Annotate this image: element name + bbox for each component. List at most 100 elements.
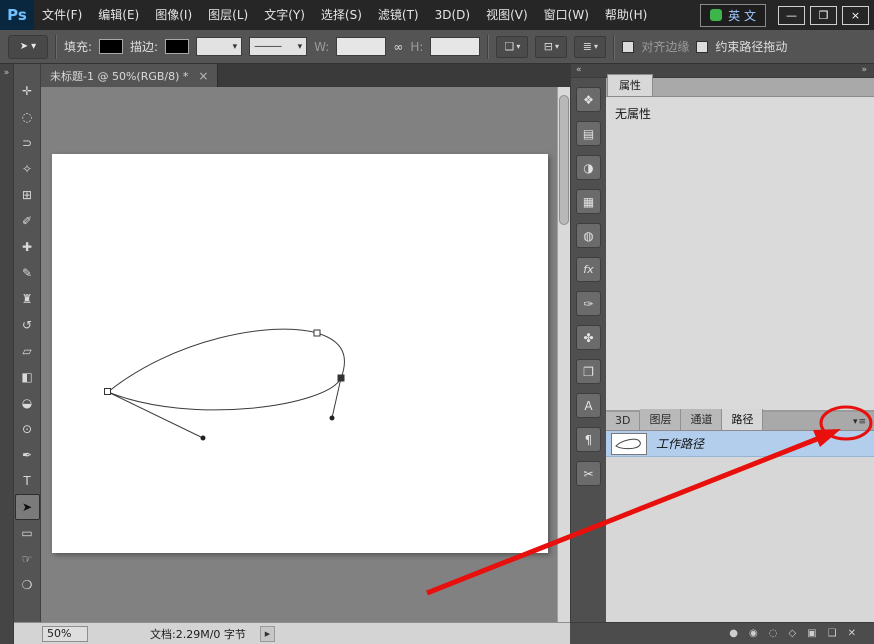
eraser-tool[interactable]: ▱ bbox=[15, 338, 40, 364]
photoshop-logo[interactable]: Ps bbox=[0, 0, 34, 30]
menu-image[interactable]: 图像(I) bbox=[147, 0, 200, 30]
fill-path-button[interactable]: ● bbox=[729, 629, 738, 639]
stroke-type-preview: ——— bbox=[254, 41, 281, 52]
work-path-label: 工作路径 bbox=[656, 435, 704, 452]
canvas[interactable] bbox=[52, 154, 548, 553]
anchor-point bbox=[314, 330, 320, 336]
marquee-tool[interactable]: ◌ bbox=[15, 104, 40, 130]
hand-tool[interactable]: ☞ bbox=[15, 546, 40, 572]
vertical-scrollbar[interactable] bbox=[557, 87, 570, 622]
expand-panels-button[interactable]: « bbox=[571, 64, 606, 78]
status-options-button[interactable]: ▶ bbox=[260, 626, 275, 642]
tab-properties[interactable]: 属性 bbox=[607, 74, 653, 96]
document-area: 未标题-1 @ 50%(RGB/8) * × bbox=[41, 64, 570, 622]
character-panel-icon[interactable]: A bbox=[576, 393, 601, 418]
separator bbox=[613, 35, 615, 59]
canvas-zone[interactable] bbox=[41, 87, 557, 622]
brush-tool[interactable]: ✎ bbox=[15, 260, 40, 286]
type-tool[interactable]: T bbox=[15, 468, 40, 494]
menu-type[interactable]: 文字(Y) bbox=[256, 0, 313, 30]
stroke-color-swatch[interactable] bbox=[165, 39, 189, 54]
eyedropper-tool[interactable]: ✐ bbox=[15, 208, 40, 234]
menu-window[interactable]: 窗口(W) bbox=[536, 0, 597, 30]
menu-view[interactable]: 视图(V) bbox=[478, 0, 536, 30]
timeline-panel-icon[interactable]: ✂ bbox=[576, 461, 601, 486]
make-work-path-button[interactable]: ◇ bbox=[788, 629, 796, 639]
masks-panel-icon[interactable]: ◍ bbox=[576, 223, 601, 248]
load-selection-button[interactable]: ◌ bbox=[769, 629, 778, 639]
menu-file[interactable]: 文件(F) bbox=[34, 0, 90, 30]
menu-layer[interactable]: 图层(L) bbox=[200, 0, 256, 30]
width-input[interactable] bbox=[336, 37, 386, 56]
pen-tool[interactable]: ✒ bbox=[15, 442, 40, 468]
maximize-button[interactable]: ❐ bbox=[810, 6, 837, 25]
align-edges-label: 对齐边缘 bbox=[641, 38, 689, 55]
move-tool[interactable]: ✛ bbox=[15, 78, 40, 104]
link-dimensions-icon[interactable]: ∞ bbox=[393, 40, 403, 54]
properties-tabbar: 属性 bbox=[606, 78, 874, 97]
paths-panel-menu-button[interactable]: ▾≡ bbox=[853, 417, 874, 430]
healing-brush-tool[interactable]: ✚ bbox=[15, 234, 40, 260]
brush-presets-panel-icon[interactable]: ✤ bbox=[576, 325, 601, 350]
quick-selection-tool[interactable]: ✧ bbox=[15, 156, 40, 182]
delete-path-button[interactable]: ✕ bbox=[848, 629, 856, 639]
width-label: W: bbox=[314, 40, 329, 54]
scrollbar-thumb[interactable] bbox=[559, 95, 569, 225]
styles-panel-icon[interactable]: ▦ bbox=[576, 189, 601, 214]
crop-tool[interactable]: ⊞ bbox=[15, 182, 40, 208]
tab-layers[interactable]: 图层 bbox=[640, 409, 681, 430]
close-button[interactable]: × bbox=[842, 6, 869, 25]
path-arrangement-button[interactable]: ≣ ▾ bbox=[574, 36, 606, 58]
stroke-width-select[interactable]: ▾ bbox=[196, 37, 242, 56]
rectangle-tool[interactable]: ▭ bbox=[15, 520, 40, 546]
ime-indicator[interactable]: 英 文 bbox=[700, 4, 766, 27]
current-tool-icon: ➤ bbox=[20, 41, 28, 52]
fill-label: 填充: bbox=[64, 38, 92, 55]
paragraph-panel-icon[interactable]: ¶ bbox=[576, 427, 601, 452]
work-path-row[interactable]: 工作路径 bbox=[606, 431, 874, 457]
adjustments-panel-icon[interactable]: ◑ bbox=[576, 155, 601, 180]
menu-help[interactable]: 帮助(H) bbox=[597, 0, 655, 30]
color-panel-icon[interactable]: ❖ bbox=[576, 87, 601, 112]
constrain-path-drag-checkbox[interactable] bbox=[696, 41, 708, 53]
zoom-level-field[interactable]: 50% bbox=[42, 626, 88, 642]
collapsed-panels-strip: « ❖ ▤ ◑ ▦ ◍ fx ✑ ✤ ❐ A ¶ ✂ bbox=[570, 64, 606, 622]
zoom-tool[interactable]: ❍ bbox=[15, 572, 40, 598]
new-path-button[interactable]: ❑ bbox=[828, 629, 837, 639]
height-input[interactable] bbox=[430, 37, 480, 56]
history-brush-tool[interactable]: ↺ bbox=[15, 312, 40, 338]
no-properties-text: 无属性 bbox=[615, 107, 651, 121]
clone-stamp-tool[interactable]: ♜ bbox=[15, 286, 40, 312]
add-mask-button[interactable]: ▣ bbox=[807, 629, 816, 639]
close-icon[interactable]: × bbox=[198, 69, 208, 83]
swatches-panel-icon[interactable]: ▤ bbox=[576, 121, 601, 146]
minimize-button[interactable]: — bbox=[778, 6, 805, 25]
menu-filter[interactable]: 滤镜(T) bbox=[370, 0, 427, 30]
path-alignment-button[interactable]: ⊟ ▾ bbox=[535, 36, 567, 58]
align-edges-checkbox[interactable] bbox=[622, 41, 634, 53]
gradient-tool[interactable]: ◧ bbox=[15, 364, 40, 390]
document-tab[interactable]: 未标题-1 @ 50%(RGB/8) * × bbox=[41, 64, 218, 87]
stroke-type-select[interactable]: ——— ▾ bbox=[249, 37, 307, 56]
fx-panel-icon[interactable]: fx bbox=[576, 257, 601, 282]
menu-edit[interactable]: 编辑(E) bbox=[90, 0, 147, 30]
brush-panel-icon[interactable]: ✑ bbox=[576, 291, 601, 316]
toolbox-collapse-rail[interactable]: » bbox=[0, 64, 14, 644]
chevron-down-icon: ▾ bbox=[31, 41, 36, 52]
dodge-tool[interactable]: ⊙ bbox=[15, 416, 40, 442]
stroke-path-button[interactable]: ◉ bbox=[749, 629, 758, 639]
menu-select[interactable]: 选择(S) bbox=[313, 0, 370, 30]
path-selection-tool[interactable]: ➤ bbox=[15, 494, 40, 520]
tab-3d[interactable]: 3D bbox=[606, 412, 640, 430]
path-operations-button[interactable]: ❏ ▾ bbox=[496, 36, 528, 58]
menu-3d[interactable]: 3D(D) bbox=[427, 0, 478, 30]
fill-color-swatch[interactable] bbox=[99, 39, 123, 54]
lasso-tool[interactable]: ⊃ bbox=[15, 130, 40, 156]
tab-channels[interactable]: 通道 bbox=[681, 409, 722, 430]
blur-tool[interactable]: ◒ bbox=[15, 390, 40, 416]
tab-paths[interactable]: 路径 bbox=[722, 409, 763, 430]
clone-source-panel-icon[interactable]: ❐ bbox=[576, 359, 601, 384]
titlebar: Ps 文件(F) 编辑(E) 图像(I) 图层(L) 文字(Y) 选择(S) 滤… bbox=[0, 0, 874, 30]
chevron-down-icon: ▾ bbox=[233, 42, 238, 52]
tool-preset-dropdown[interactable]: ➤ ▾ bbox=[8, 35, 48, 59]
